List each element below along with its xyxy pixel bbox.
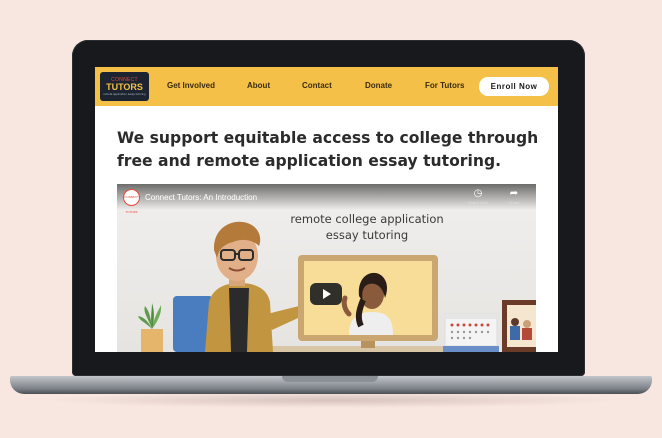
watch-later-button[interactable]: ◷ Watch later bbox=[463, 188, 493, 205]
share-icon: ➦ bbox=[509, 188, 519, 199]
nav-about[interactable]: About bbox=[247, 81, 270, 90]
hero-headline: We support equitable access to college t… bbox=[117, 129, 539, 170]
caption-line-1: remote college application bbox=[290, 212, 444, 226]
play-button[interactable] bbox=[310, 283, 342, 305]
caption-line-2: essay tutoring bbox=[325, 228, 409, 242]
share-label: Share bbox=[508, 200, 520, 205]
logo-tagline: remote application essay tutoring bbox=[103, 93, 146, 96]
site-logo[interactable]: CONNECT TUTORS remote application essay … bbox=[100, 72, 149, 101]
laptop-shadow bbox=[40, 392, 622, 408]
video-player[interactable]: CONNECT TUTORS Connect Tutors: An Introd… bbox=[117, 184, 536, 352]
channel-avatar[interactable]: CONNECT TUTORS bbox=[123, 189, 140, 214]
nav-get-involved[interactable]: Get Involved bbox=[167, 81, 215, 90]
site-header: CONNECT TUTORS remote application essay … bbox=[95, 67, 558, 106]
nav-donate[interactable]: Donate bbox=[365, 81, 392, 90]
video-title[interactable]: Connect Tutors: An Introduction bbox=[145, 193, 257, 202]
nav-contact[interactable]: Contact bbox=[302, 81, 332, 90]
browser-screen: CONNECT TUTORS remote application essay … bbox=[95, 67, 558, 352]
clock-icon: ◷ bbox=[473, 188, 483, 199]
share-button[interactable]: ➦ Share bbox=[499, 188, 529, 205]
nav-for-tutors[interactable]: For Tutors bbox=[425, 81, 464, 90]
video-caption: remote college application essay tutorin… bbox=[277, 211, 457, 243]
enroll-now-button[interactable]: Enroll Now bbox=[479, 77, 549, 96]
watch-later-label: Watch later bbox=[467, 200, 489, 205]
laptop-notch bbox=[282, 376, 378, 382]
logo-line-2: TUTORS bbox=[106, 82, 143, 92]
